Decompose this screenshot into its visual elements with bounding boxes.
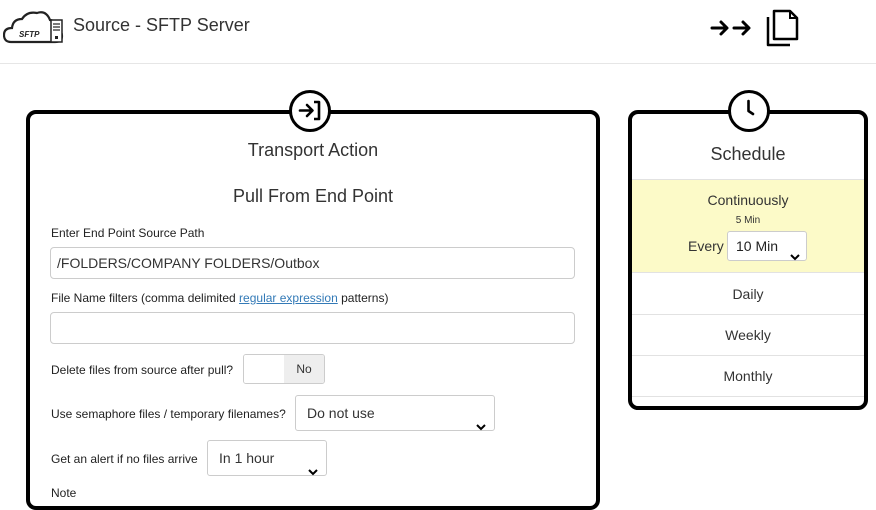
alert-select[interactable]: In 1 hour (207, 440, 327, 476)
transport-action-panel: Transport Action Pull From End Point Ent… (26, 110, 600, 510)
copy-files-icon[interactable] (765, 9, 799, 52)
filename-filters-input[interactable] (50, 312, 575, 344)
schedule-option-monthly[interactable]: Monthly (632, 356, 864, 397)
every-label: Every (688, 238, 724, 254)
filters-label-suffix: patterns) (337, 291, 389, 305)
pull-subheading: Pull From End Point (232, 186, 394, 206)
schedule-panel: Schedule Continuously 5 Min Every 10 Min… (628, 110, 868, 410)
semaphore-select-value: Do not use (307, 405, 375, 421)
schedule-option-daily[interactable]: Daily (632, 274, 864, 315)
transport-heading: Transport Action (247, 140, 379, 160)
schedule-heading: Schedule (710, 144, 786, 164)
delete-files-toggle[interactable]: No (243, 354, 325, 384)
sftp-logo-text: SFTP (19, 30, 40, 39)
delete-files-label: Delete files from source after pull? (51, 363, 234, 377)
continuously-label: Continuously (707, 192, 789, 208)
filters-label: File Name filters (comma delimited regul… (51, 291, 388, 305)
page-title: Source - SFTP Server (73, 15, 250, 35)
schedule-option-continuously[interactable]: Continuously 5 Min Every 10 Min (632, 179, 864, 273)
sftp-cloud-server-icon: SFTP (2, 9, 69, 50)
clock-icon (728, 90, 770, 132)
semaphore-select[interactable]: Do not use (295, 395, 495, 431)
chevron-down-icon (790, 242, 800, 270)
toggle-knob (244, 355, 285, 383)
transport-action-icon (289, 90, 331, 132)
filters-label-text: File Name filters (comma delimited (51, 291, 240, 305)
alert-select-value: In 1 hour (219, 450, 275, 466)
regular-expression-link[interactable]: regular expression (239, 291, 338, 305)
chevron-down-icon (308, 454, 318, 488)
interval-value: 5 Min (735, 215, 761, 226)
toggle-no-label: No (284, 355, 324, 383)
double-arrow-right-icon[interactable] (710, 18, 754, 43)
schedule-option-weekly[interactable]: Weekly (632, 315, 864, 356)
every-select-value: 10 Min (736, 238, 779, 254)
note-label: Note (51, 486, 77, 500)
source-path-input[interactable] (50, 247, 575, 279)
alert-label: Get an alert if no files arrive (51, 452, 198, 466)
app-header: SFTP Source - SFTP Server (0, 0, 876, 64)
every-interval-select[interactable]: 10 Min (727, 231, 807, 261)
chevron-down-icon (476, 409, 486, 443)
semaphore-label: Use semaphore files / temporary filename… (51, 407, 286, 421)
source-path-label: Enter End Point Source Path (51, 226, 205, 240)
